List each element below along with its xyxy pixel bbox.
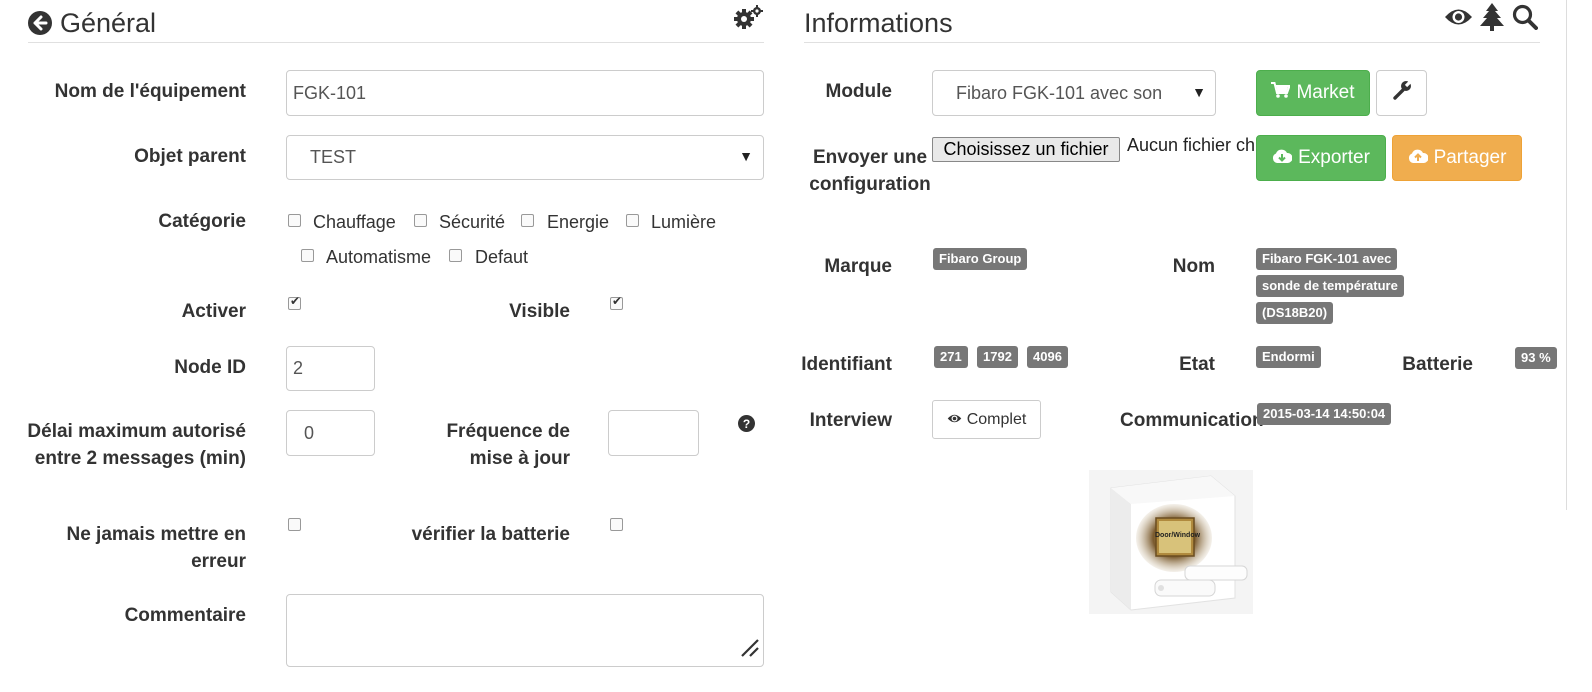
category-checkbox-defaut[interactable] (449, 249, 462, 262)
market-button-label: Market (1296, 82, 1355, 103)
category-securite-label: Sécurité (439, 212, 506, 232)
brand-label: Marque (824, 256, 892, 277)
parent-object-label: Objet parent (134, 146, 246, 167)
category-lumiere-label: Lumière (651, 212, 717, 232)
search-icon[interactable] (1512, 4, 1538, 35)
share-button[interactable]: Partager (1392, 135, 1522, 181)
general-divider (28, 42, 764, 43)
communication-label: Communication (1120, 410, 1264, 431)
parent-object-value: TEST (310, 147, 357, 167)
node-id-value: 2 (293, 358, 304, 378)
max-delay-input[interactable]: 0 (286, 410, 375, 456)
device-name-badge-line2: sonde de température (1256, 275, 1404, 297)
battery-check-checkbox[interactable] (610, 518, 623, 531)
never-error-checkbox[interactable] (288, 518, 301, 531)
device-name-badge-line3: (DS18B20) (1256, 302, 1334, 324)
comment-textarea[interactable] (286, 594, 764, 667)
general-title: Général (60, 8, 157, 38)
category-checkbox-chauffage[interactable] (288, 214, 301, 227)
right-scrollbar-edge[interactable] (1566, 0, 1567, 510)
module-label: Module (825, 81, 893, 102)
category-label: Catégorie (158, 211, 246, 232)
activate-checkbox[interactable] (288, 294, 301, 310)
max-delay-label: Délai maximum autorisé entre 2 messages … (27, 421, 246, 469)
resize-grip-icon[interactable] (739, 637, 759, 662)
svg-text:?: ? (743, 417, 750, 431)
node-id-input[interactable]: 2 (286, 346, 375, 391)
device-name-label: Nom (1172, 256, 1215, 277)
identifier-badge: 4096 (1027, 346, 1068, 368)
category-checkbox-securite[interactable] (414, 214, 427, 227)
category-checkbox-lumiere[interactable] (626, 214, 639, 227)
category-energie-label: Energie (547, 212, 610, 232)
dropdown-arrow-icon: ▼ (739, 148, 753, 164)
wrench-icon (1392, 79, 1412, 106)
parent-object-select[interactable]: TEST ▼ (286, 135, 764, 180)
never-error-label: Ne jamais mettre en erreur (66, 524, 246, 572)
category-chauffage-label: Chauffage (313, 212, 396, 232)
cloud-upload-icon (1408, 147, 1429, 169)
eye-icon[interactable] (1444, 6, 1473, 33)
eye-icon (947, 411, 962, 429)
update-frequency-label: Fréquence de mise à jour (446, 421, 570, 469)
export-button[interactable]: Exporter (1256, 135, 1386, 181)
equipment-name-input[interactable]: FGK-101 (286, 70, 764, 116)
state-badge: Endormi (1256, 346, 1321, 368)
configure-wrench-button[interactable] (1376, 70, 1427, 116)
battery-check-label: vérifier la batterie (411, 524, 570, 545)
informations-title: Informations (804, 8, 953, 38)
interview-label: Interview (809, 410, 892, 431)
upload-config-label: Envoyer une configuration (809, 147, 931, 195)
file-none-text: Aucun fichier ch (1127, 135, 1256, 155)
export-button-label: Exporter (1298, 147, 1370, 168)
brand-badge: Fibaro Group (933, 248, 1028, 270)
market-button[interactable]: Market (1256, 70, 1370, 116)
category-checkbox-energie[interactable] (521, 214, 534, 227)
update-frequency-input[interactable] (608, 410, 699, 456)
visible-checkbox[interactable] (610, 294, 623, 310)
identifier-badge: 271 (934, 346, 968, 368)
product-box-text: Door/Window (1155, 532, 1201, 539)
help-circle-icon[interactable]: ? (738, 415, 755, 437)
back-circle-icon[interactable] (28, 11, 52, 40)
battery-label: Batterie (1402, 354, 1473, 375)
comment-label: Commentaire (124, 605, 246, 626)
module-value: Fibaro FGK-101 avec son (956, 82, 1163, 103)
state-label: Etat (1179, 354, 1215, 375)
cogs-icon[interactable] (733, 4, 763, 35)
identifier-label: Identifiant (801, 354, 892, 375)
module-select[interactable]: Fibaro FGK-101 avec son ▼ (932, 70, 1216, 116)
interview-complete-button[interactable]: Complet (932, 400, 1041, 439)
interview-complete-label: Complet (966, 410, 1027, 428)
battery-badge: 93 % (1515, 347, 1557, 369)
share-button-label: Partager (1433, 147, 1507, 168)
product-image: Door/Window (1089, 470, 1253, 614)
device-name-badge-line1: Fibaro FGK-101 avec (1256, 248, 1398, 270)
file-chooser-label: Choisissez un fichier (943, 139, 1109, 159)
max-delay-value: 0 (304, 422, 315, 443)
equipment-name-label: Nom de l'équipement (54, 81, 246, 102)
communication-badge: 2015-03-14 14:50:04 (1257, 403, 1392, 425)
category-defaut-label: Defaut (475, 247, 529, 267)
equipment-name-value: FGK-101 (293, 82, 367, 103)
cart-icon (1271, 82, 1292, 104)
cloud-download-icon (1272, 147, 1293, 169)
file-chooser-button[interactable]: Choisissez un fichier (932, 137, 1120, 162)
node-id-label: Node ID (174, 357, 246, 378)
category-checkbox-automatisme[interactable] (301, 249, 314, 262)
dropdown-arrow-icon: ▼ (1192, 84, 1206, 100)
tree-icon[interactable] (1480, 3, 1504, 36)
activate-label: Activer (181, 301, 246, 322)
informations-divider (804, 42, 1540, 43)
category-automatisme-label: Automatisme (326, 247, 432, 267)
visible-label: Visible (509, 301, 570, 322)
identifier-badge: 1792 (977, 346, 1018, 368)
